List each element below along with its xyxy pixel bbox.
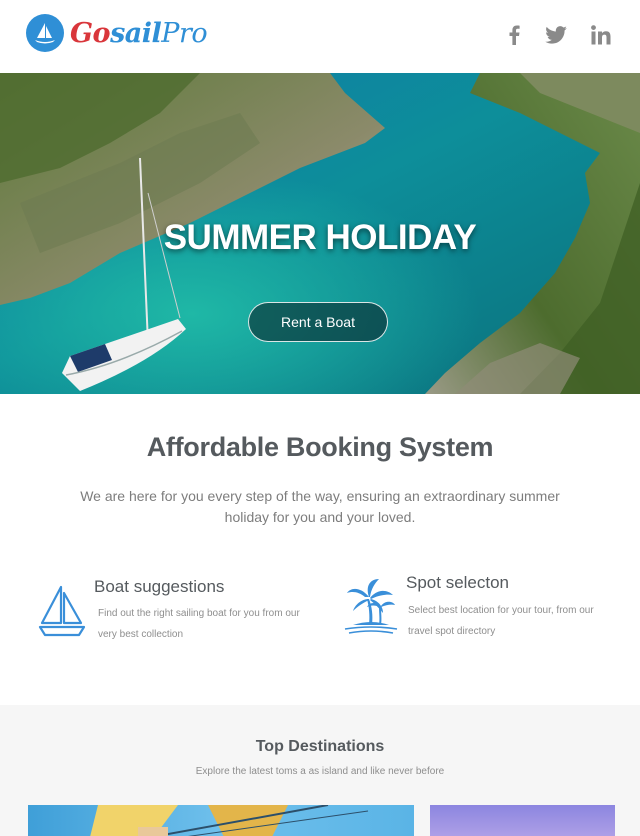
header: GosailPro [0, 0, 640, 73]
linkedin-icon[interactable] [588, 22, 614, 48]
feature-title-boat-suggestions: Boat suggestions [94, 577, 225, 596]
palm-island-icon [343, 577, 399, 640]
sailboat-logo-icon [26, 14, 64, 52]
destination-image [430, 805, 615, 836]
section-description: We are here for you every step of the wa… [80, 488, 560, 525]
destinations-title: Top Destinations [255, 738, 385, 755]
destinations-section: Top Destinations Explore the latest toms… [0, 705, 640, 836]
hero-title: SUMMER HOLIDAY [163, 218, 477, 257]
rent-a-boat-button[interactable]: Rent a Boat [248, 302, 388, 342]
destinations-subtitle: Explore the latest toms a as island and … [195, 766, 445, 777]
hero-banner: SUMMER HOLIDAY Rent a Boat [0, 73, 640, 394]
feature-desc-boat-suggestions: Find out the right sailing boat for you … [98, 608, 300, 640]
feature-desc-spot-selection: Select best location for your tour, from… [408, 605, 594, 637]
destination-card[interactable] [430, 805, 615, 836]
section-title: Affordable Booking System [146, 432, 494, 462]
logo[interactable]: GosailPro [26, 14, 208, 52]
facebook-icon[interactable] [504, 22, 524, 48]
destination-image [28, 805, 414, 836]
logo-text: GosailPro [70, 17, 208, 49]
destination-card[interactable] [28, 805, 414, 836]
sailboat-icon [38, 583, 86, 642]
feature-title-spot-selection: Spot selecton [406, 573, 510, 592]
twitter-icon[interactable] [543, 22, 569, 48]
